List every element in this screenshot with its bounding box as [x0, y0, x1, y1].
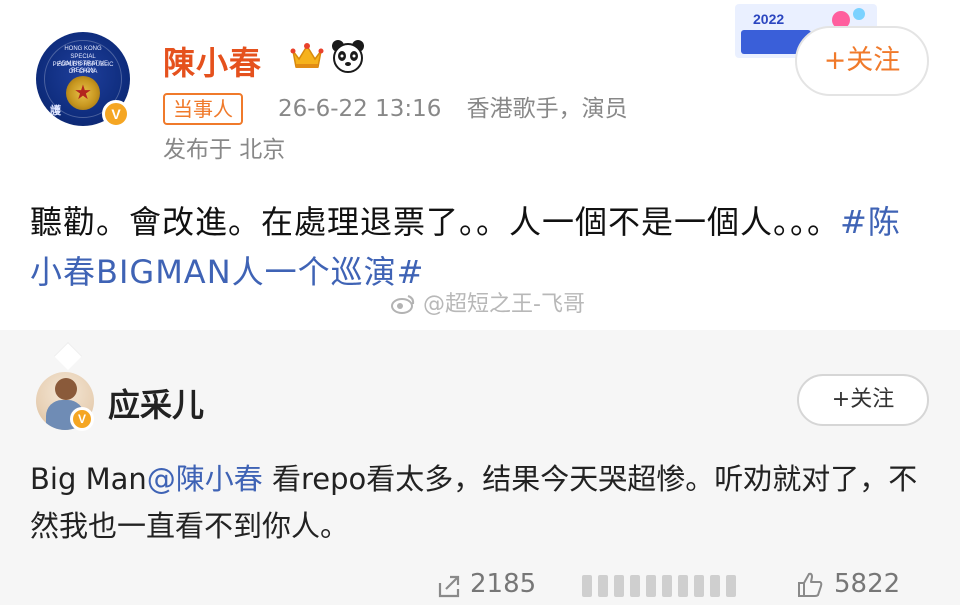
comment-mention[interactable]: @陳小春 — [147, 462, 263, 496]
banner-text: 2022 — [753, 11, 784, 27]
commenter-follow-button[interactable]: +关注 — [797, 374, 929, 426]
avatar-text-line1: HONG KONG — [64, 46, 102, 52]
redacted-bar — [582, 575, 752, 597]
follow-button[interactable]: +关注 — [795, 26, 929, 96]
commenter-verified-icon: V — [70, 407, 94, 431]
share-icon[interactable] — [436, 573, 462, 599]
post-author-bio: 香港歌手，演员 — [466, 96, 628, 122]
section-divider — [0, 330, 960, 354]
avatar-head — [55, 378, 77, 400]
role-badge: 当事人 — [163, 93, 243, 125]
panda-icon — [332, 40, 364, 73]
watermark-text: @超短之王-飞哥 — [423, 292, 585, 317]
weibo-logo-icon — [391, 295, 415, 314]
weibo-post: HONG KONG SPECIAL ADMINISTRATIVE REGION … — [0, 0, 960, 330]
watermark: @超短之王-飞哥 — [390, 286, 585, 318]
post-body: 聽勸。會改進。在處理退票了。。人一個不是一個人。。。#陈小春BIGMAN人一个巡… — [30, 197, 930, 297]
avatar-text-line3: PEOPLE'S REPUBLIC OF CHINA — [52, 62, 114, 75]
post-author-name[interactable]: 陳小春 — [163, 38, 262, 84]
post-timestamp: 26-6-22 13:16 — [278, 96, 442, 122]
comment-body: Big Man@陳小春 看repo看太多，结果今天哭超惨。听劝就对了，不然我也一… — [30, 456, 935, 550]
post-location: 发布于 北京 — [163, 137, 286, 163]
like-count: 5822 — [834, 569, 901, 599]
share-count: 2185 — [470, 569, 537, 599]
national-emblem-icon — [66, 76, 100, 110]
comment-text-prefix: Big Man — [30, 462, 147, 496]
verified-icon: V — [102, 100, 130, 128]
avatar-chop-text: 護 — [50, 104, 61, 117]
crown-icon — [290, 43, 324, 68]
comment-stats-bar: 2185 5822 — [0, 565, 960, 605]
post-meta: 26-6-22 13:16 香港歌手，演员 — [278, 92, 628, 126]
like-icon[interactable] — [796, 571, 824, 599]
commenter-name[interactable]: 应采儿 — [108, 380, 204, 426]
post-body-text: 聽勸。會改進。在處理退票了。。人一個不是一個人。。。 — [30, 203, 841, 241]
